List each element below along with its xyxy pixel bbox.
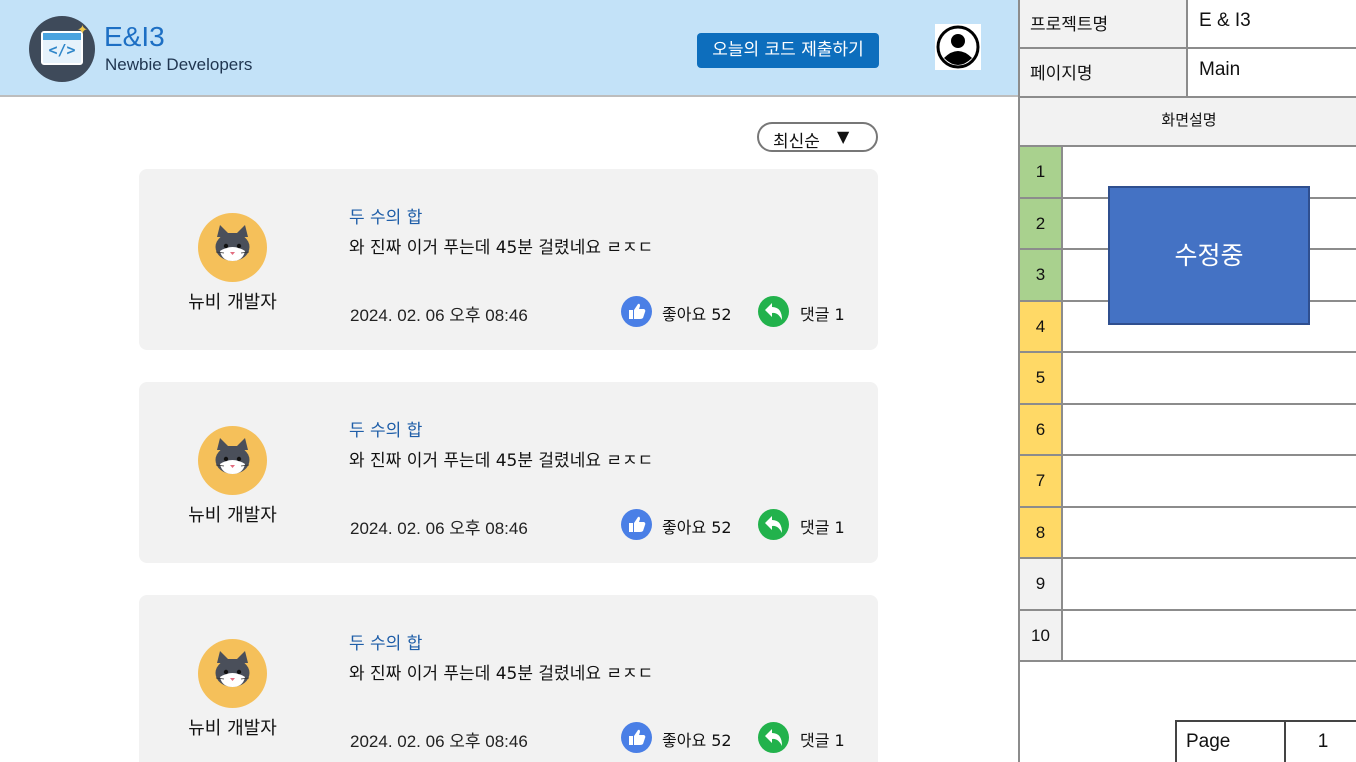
reply-graphic — [765, 303, 782, 320]
sort-label: 최신순 — [773, 132, 820, 152]
comment-count[interactable]: 댓글 1 — [800, 301, 845, 325]
reply-icon[interactable] — [758, 722, 789, 753]
post-author[interactable]: 뉴비 개발자 — [169, 714, 296, 740]
post-card[interactable]: 뉴비 개발자 두 수의 합 와 진짜 이거 푸는데 45분 걸렸네요 ㄹㅈㄷ 2… — [139, 595, 878, 762]
post-date: 2024. 02. 06 오후 08:46 — [350, 732, 528, 751]
page-indicator: Page 1 — [1175, 720, 1356, 762]
reply-icon[interactable] — [758, 509, 789, 540]
cat-avatar-icon[interactable] — [198, 426, 267, 495]
post-card[interactable]: 뉴비 개발자 두 수의 합 와 진짜 이거 푸는데 45분 걸렸네요 ㄹㅈㄷ 2… — [139, 382, 878, 563]
post-body: 와 진짜 이거 푸는데 45분 걸렸네요 ㄹㅈㄷ — [349, 451, 654, 471]
description-row: 6 — [1020, 404, 1356, 456]
comment-count[interactable]: 댓글 1 — [800, 514, 845, 538]
reply-icon[interactable] — [758, 296, 789, 327]
cat-avatar-icon[interactable] — [198, 213, 267, 282]
row-number: 4 — [1020, 301, 1063, 351]
logo-window-bar — [43, 33, 81, 40]
row-number: 7 — [1020, 456, 1063, 506]
row-number: 1 — [1020, 147, 1063, 197]
page-name-row: 페이지명 Main — [1020, 49, 1356, 98]
row-number: 10 — [1020, 610, 1063, 660]
page-name-key: 페이지명 — [1020, 49, 1188, 96]
page-label: Page — [1177, 722, 1286, 762]
row-number: 6 — [1020, 404, 1063, 454]
sort-dropdown[interactable]: 최신순 ▼ — [757, 122, 878, 152]
description-row: 10 — [1020, 610, 1356, 662]
reply-graphic — [765, 516, 782, 533]
like-count[interactable]: 좋아요 52 — [662, 301, 732, 325]
row-number: 2 — [1020, 198, 1063, 248]
description-row: 5 — [1020, 353, 1356, 405]
logo-icon[interactable]: </> ✦ — [29, 16, 95, 82]
submit-today-code-button[interactable]: 오늘의 코드 제출하기 — [697, 33, 879, 68]
post-title[interactable]: 두 수의 합 — [349, 203, 422, 228]
thumbs-up-icon[interactable] — [621, 722, 652, 753]
post-card[interactable]: 뉴비 개발자 두 수의 합 와 진짜 이거 푸는데 45분 걸렸네요 ㄹㅈㄷ 2… — [139, 169, 878, 350]
profile-icon[interactable] — [935, 24, 981, 70]
sparkle-icon: ✦ — [77, 23, 88, 38]
page-name-value: Main — [1199, 59, 1241, 80]
cat-face-graphic — [215, 438, 250, 474]
thumbs-up-graphic — [629, 516, 646, 532]
post-date: 2024. 02. 06 오후 08:46 — [350, 519, 528, 538]
app-header: </> ✦ E&I3 Newbie Developers 오늘의 코드 제출하기 — [0, 0, 1018, 97]
project-name-row: 프로젝트명 E & I3 — [1020, 0, 1356, 49]
dropdown-arrow-icon: ▼ — [837, 127, 850, 146]
like-count[interactable]: 좋아요 52 — [662, 727, 732, 751]
brand-name[interactable]: E&I3 — [104, 22, 165, 52]
row-number: 3 — [1020, 250, 1063, 300]
thumbs-up-icon[interactable] — [621, 296, 652, 327]
like-count[interactable]: 좋아요 52 — [662, 514, 732, 538]
row-number: 8 — [1020, 507, 1063, 557]
thumbs-up-icon[interactable] — [621, 509, 652, 540]
row-number: 9 — [1020, 559, 1063, 609]
editing-box: 수정중 — [1108, 186, 1310, 325]
post-author[interactable]: 뉴비 개발자 — [169, 288, 296, 314]
cat-face-graphic — [215, 225, 250, 261]
logo-code: </> — [48, 41, 76, 59]
project-name-key: 프로젝트명 — [1020, 0, 1188, 47]
brand-tagline: Newbie Developers — [105, 55, 253, 74]
comment-count[interactable]: 댓글 1 — [800, 727, 845, 751]
post-title[interactable]: 두 수의 합 — [349, 416, 422, 441]
project-name-value: E & I3 — [1199, 10, 1251, 31]
description-header: 화면설명 — [1020, 98, 1356, 147]
thumbs-up-graphic — [629, 303, 646, 319]
post-body: 와 진짜 이거 푸는데 45분 걸렸네요 ㄹㅈㄷ — [349, 238, 654, 258]
thumbs-up-graphic — [629, 729, 646, 745]
page-number: 1 — [1317, 731, 1329, 752]
description-row: 7 — [1020, 456, 1356, 508]
reply-graphic — [765, 729, 782, 746]
row-number: 5 — [1020, 353, 1063, 403]
cat-avatar-icon[interactable] — [198, 639, 267, 708]
post-title[interactable]: 두 수의 합 — [349, 629, 422, 654]
post-body: 와 진짜 이거 푸는데 45분 걸렸네요 ㄹㅈㄷ — [349, 664, 654, 684]
cat-face-graphic — [215, 651, 250, 687]
main-screen: </> ✦ E&I3 Newbie Developers 오늘의 코드 제출하기… — [0, 0, 1018, 762]
post-author[interactable]: 뉴비 개발자 — [169, 501, 296, 527]
description-row: 9 — [1020, 559, 1356, 611]
profile-icon-graphic — [936, 25, 980, 69]
spec-panel: 프로젝트명 E & I3 페이지명 Main 화면설명 1 2 3 4 5 6 … — [1018, 0, 1356, 762]
description-row: 8 — [1020, 507, 1356, 559]
post-date: 2024. 02. 06 오후 08:46 — [350, 306, 528, 325]
